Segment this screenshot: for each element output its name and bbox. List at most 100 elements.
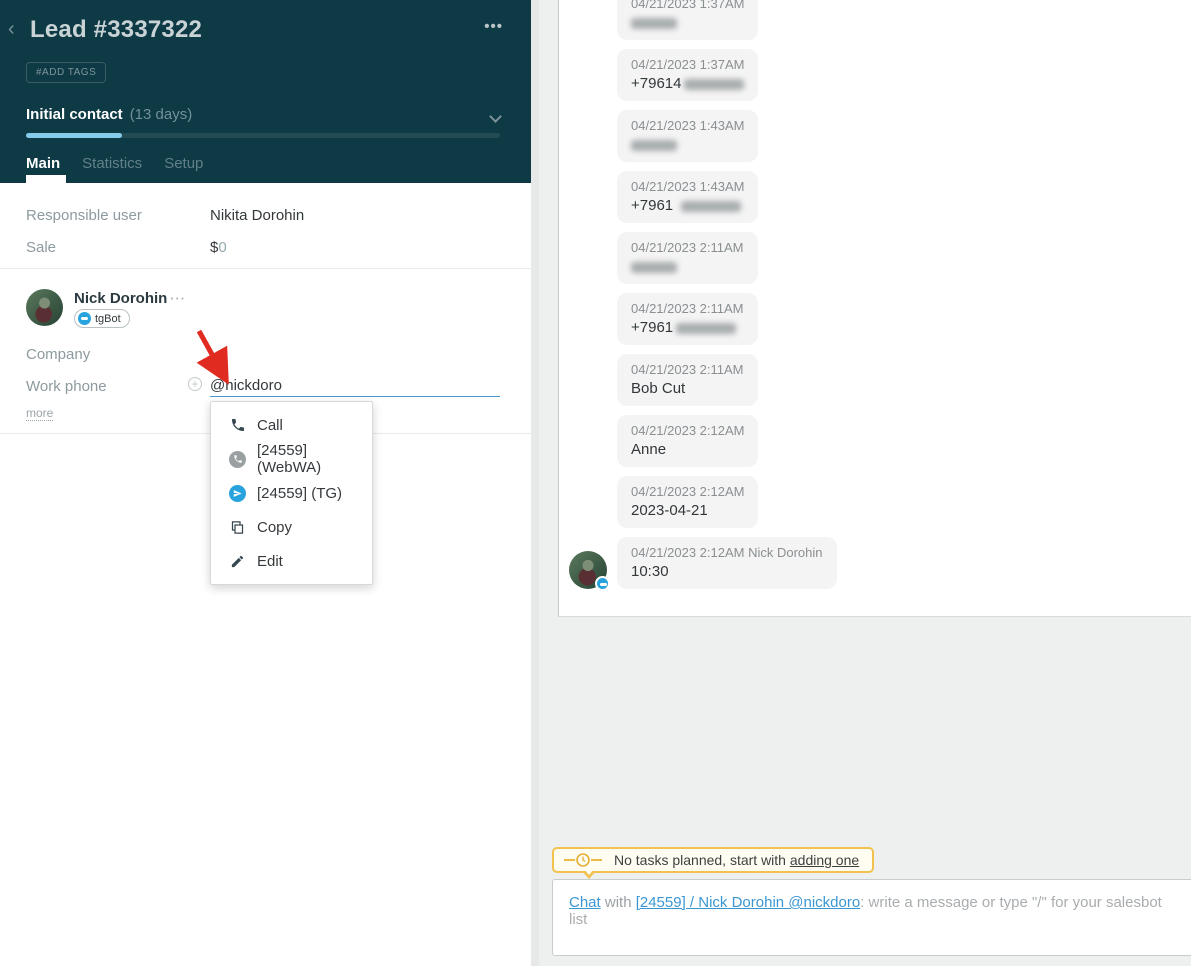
tgbot-badge[interactable]: tgBot — [74, 309, 130, 328]
message-avatar[interactable] — [569, 551, 607, 589]
sale-label: Sale — [26, 239, 56, 256]
message-text — [631, 14, 744, 31]
message-text — [631, 258, 744, 275]
tab-main[interactable]: Main — [26, 155, 60, 172]
contact-name[interactable]: Nick Dorohin — [74, 290, 167, 307]
message-list: 04/21/2023 1:37AM 04/21/2023 1:37AM +796… — [617, 0, 837, 589]
responsible-user-label: Responsible user — [26, 207, 142, 224]
redacted-digits — [684, 79, 744, 90]
whatsapp-icon — [229, 451, 246, 468]
message-text: 2023-04-21 — [631, 502, 744, 519]
lead-tabs: Main Statistics Setup — [26, 155, 203, 172]
menu-item-call[interactable]: Call — [211, 408, 372, 442]
telegram-badge-icon — [595, 576, 610, 591]
no-tasks-notice: No tasks planned, start with adding one — [552, 847, 874, 873]
menu-item-label: [24559] (WebWA) — [257, 442, 372, 476]
message-card[interactable]: 04/21/2023 2:12AM Anne — [617, 415, 758, 467]
message-time: 04/21/2023 1:43AM — [631, 118, 744, 133]
no-tasks-label: No tasks planned, start with — [614, 852, 790, 868]
menu-item-label: Edit — [257, 553, 283, 570]
message-card[interactable]: 04/21/2023 2:11AM Bob Cut — [617, 354, 758, 406]
contact-options-icon[interactable]: ··· — [170, 291, 186, 306]
message-text-visible: +7961 — [631, 319, 673, 336]
menu-item-tg[interactable]: [24559] (TG) — [211, 476, 372, 510]
menu-item-label: Call — [257, 417, 283, 434]
stage-duration: (13 days) — [130, 106, 193, 123]
menu-item-copy[interactable]: Copy — [211, 510, 372, 544]
clock-icon — [564, 852, 602, 868]
no-tasks-text: No tasks planned, start with adding one — [614, 852, 859, 868]
message-text-visible: +79614 — [631, 75, 681, 92]
message-text: +79614 — [631, 75, 744, 92]
stage-progress-bar[interactable] — [26, 133, 500, 138]
chat-message-input[interactable]: Chat with [24559] / Nick Dorohin @nickdo… — [552, 879, 1191, 956]
message-text: Bob Cut — [631, 380, 744, 397]
message-card[interactable]: 04/21/2023 2:12AM 2023-04-21 — [617, 476, 758, 528]
add-phone-icon[interactable]: + — [188, 377, 202, 391]
menu-item-webwa[interactable]: [24559] (WebWA) — [211, 442, 372, 476]
chat-recipient-link[interactable]: [24559] / Nick Dorohin @nickdoro — [636, 894, 861, 911]
message-time: 04/21/2023 1:37AM — [631, 57, 744, 72]
sale-amount: 0 — [218, 239, 226, 256]
phone-actions-menu: Call [24559] (WebWA) [24559] (TG) Copy E… — [210, 401, 373, 585]
message-text-visible: +7961 — [631, 197, 673, 214]
redacted-text — [631, 262, 677, 273]
message-time: 04/21/2023 2:12AM — [631, 423, 744, 438]
sale-value[interactable]: $0 — [210, 239, 227, 256]
work-phone-input[interactable]: @nickdoro — [210, 377, 282, 394]
message-card[interactable]: 04/21/2023 1:37AM +79614 — [617, 49, 758, 101]
message-card[interactable]: 04/21/2023 2:11AM — [617, 232, 758, 284]
chat-with-text: with — [601, 894, 636, 911]
overflow-menu-icon[interactable]: ••• — [484, 18, 503, 35]
message-card[interactable]: 04/21/2023 1:43AM +7961 — [617, 171, 758, 223]
section-divider — [0, 268, 531, 269]
stage-progress-fill — [26, 133, 122, 138]
message-card[interactable]: 04/21/2023 1:43AM — [617, 110, 758, 162]
chat-mode-link[interactable]: Chat — [569, 894, 601, 911]
redacted-text — [631, 18, 677, 29]
more-link[interactable]: more — [26, 406, 53, 421]
message-text: +7961 — [631, 197, 744, 214]
active-tab-indicator — [26, 175, 66, 183]
menu-item-edit[interactable]: Edit — [211, 544, 372, 578]
sale-row: Sale $0 — [0, 239, 531, 259]
message-time: 04/21/2023 1:43AM — [631, 179, 744, 194]
chat-feed: 04/21/2023 1:37AM 04/21/2023 1:37AM +796… — [558, 0, 1191, 617]
tab-setup[interactable]: Setup — [164, 155, 203, 172]
message-time: 04/21/2023 1:37AM — [631, 0, 744, 11]
back-icon[interactable]: ‹ — [8, 18, 15, 41]
menu-item-label: [24559] (TG) — [257, 485, 342, 502]
message-time: 04/21/2023 2:11AM — [631, 301, 744, 316]
company-label: Company — [26, 346, 90, 363]
add-task-link[interactable]: adding one — [790, 852, 859, 868]
company-value[interactable]: .. — [210, 346, 218, 363]
tgbot-badge-label: tgBot — [95, 313, 121, 325]
redacted-digits — [676, 323, 736, 334]
phone-icon — [229, 417, 246, 434]
message-text — [631, 136, 744, 153]
page-title: Lead #3337322 — [30, 16, 202, 44]
redacted-digits — [681, 201, 741, 212]
message-card[interactable]: 04/21/2023 2:12AM Nick Dorohin 10:30 — [617, 537, 837, 589]
add-tags-button[interactable]: #ADD TAGS — [26, 62, 106, 83]
contact-avatar[interactable] — [26, 289, 63, 326]
lead-header: ‹ Lead #3337322 ••• #ADD TAGS Initial co… — [0, 0, 531, 183]
responsible-user-value[interactable]: Nikita Dorohin — [210, 207, 304, 224]
company-row: Company .. — [0, 346, 531, 366]
redacted-text — [631, 140, 677, 151]
tab-statistics[interactable]: Statistics — [82, 155, 142, 172]
stage-name: Initial contact — [26, 106, 123, 123]
message-card[interactable]: 04/21/2023 1:37AM — [617, 0, 758, 40]
message-text: 10:30 — [631, 563, 823, 580]
message-text: +7961 — [631, 319, 744, 336]
message-text: Anne — [631, 441, 744, 458]
menu-item-label: Copy — [257, 519, 292, 536]
work-phone-label: Work phone — [26, 378, 107, 395]
message-card[interactable]: 04/21/2023 2:11AM +7961 — [617, 293, 758, 345]
pipeline-stage[interactable]: Initial contact (13 days) — [26, 106, 502, 123]
panel-gutter — [531, 0, 539, 966]
crm-lead-screen: ‹ Lead #3337322 ••• #ADD TAGS Initial co… — [0, 0, 1191, 966]
message-time: 04/21/2023 2:11AM — [631, 240, 744, 255]
message-time: 04/21/2023 2:12AM Nick Dorohin — [631, 545, 823, 560]
pencil-icon — [229, 553, 246, 570]
